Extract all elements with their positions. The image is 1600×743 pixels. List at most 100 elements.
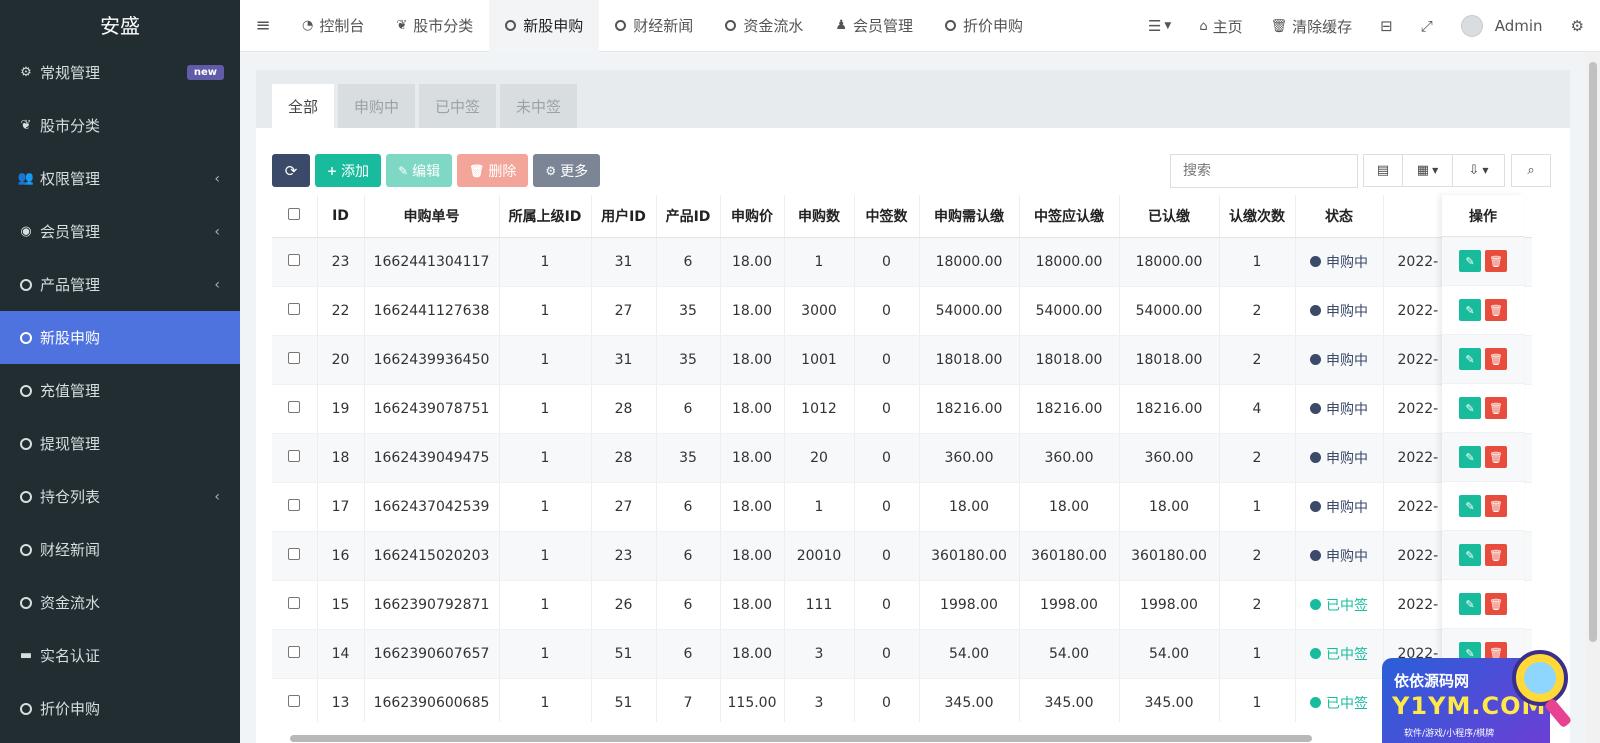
table-row[interactable]: 23 1662441304117 1 31 6 18.00 1 0 18000.00 18000.…	[272, 237, 1532, 287]
columns-button[interactable]: ▦ ▼	[1403, 154, 1453, 187]
add-button[interactable]: + 添加	[315, 154, 382, 187]
user-menu[interactable]: Admin	[1447, 15, 1557, 37]
sidebar-item-4[interactable]: 产品管理 ‹	[0, 258, 240, 311]
refresh-icon: ⟳	[284, 161, 298, 180]
home-link[interactable]: ⌂ 主页	[1185, 16, 1256, 37]
table-row[interactable]: 18 1662439049475 1 28 35 18.00 20 0 360.00 360.00…	[272, 433, 1532, 483]
column-header[interactable]: 中签应认缴	[1019, 195, 1120, 238]
row-edit-button[interactable]: ✎	[1459, 397, 1481, 419]
row-checkbox[interactable]	[288, 498, 301, 511]
table-row[interactable]: 14 1662390607657 1 51 6 18.00 3 0 54.00 54.00 54.0…	[272, 629, 1532, 679]
sidebar-item-2[interactable]: 👥 权限管理 ‹	[0, 152, 240, 205]
table-row[interactable]: 13 1662390600685 1 51 7 115.00 3 0 345.00 345.00 3…	[272, 678, 1532, 722]
row-checkbox[interactable]	[288, 400, 301, 413]
column-header[interactable]: 申购需认缴	[919, 195, 1020, 238]
edit-button[interactable]: ✎ 编辑	[386, 154, 453, 187]
delete-button[interactable]: 🗑 删除	[457, 154, 529, 187]
row-edit-button[interactable]: ✎	[1459, 593, 1481, 615]
status-tab-1[interactable]: 申购中	[338, 84, 416, 128]
row-checkbox[interactable]	[288, 547, 301, 560]
row-delete-button[interactable]: 🗑	[1485, 544, 1507, 566]
row-checkbox[interactable]	[288, 351, 301, 364]
vertical-scroll-thumb[interactable]	[1589, 62, 1597, 642]
sidebar-item-11[interactable]: ▬ 实名认证	[0, 629, 240, 682]
row-checkbox[interactable]	[288, 694, 301, 707]
horizontal-scrollbar[interactable]	[272, 733, 1340, 743]
row-edit-button[interactable]: ✎	[1459, 299, 1481, 321]
top-tab-4[interactable]: 资金流水	[709, 0, 819, 52]
search-input[interactable]	[1170, 154, 1358, 188]
refresh-button[interactable]: ⟳	[272, 154, 310, 187]
sidebar-item-5[interactable]: 新股申购	[0, 311, 240, 364]
row-edit-button[interactable]: ✎	[1459, 348, 1481, 370]
row-checkbox[interactable]	[288, 645, 301, 658]
top-tab-2[interactable]: 新股申购	[489, 0, 600, 52]
column-header[interactable]: 申购单号	[364, 195, 500, 238]
circle-o-icon	[18, 436, 34, 452]
row-edit-button[interactable]: ✎	[1459, 495, 1481, 517]
multi-nav-dropdown[interactable]: ☰ ▼	[1134, 17, 1185, 35]
sidebar-item-0[interactable]: ⚙ 常规管理 new	[0, 46, 240, 99]
toggle-view-button[interactable]: ▤	[1363, 154, 1403, 187]
status-tab-3[interactable]: 未中签	[500, 84, 578, 128]
fullscreen-button[interactable]: ⤢	[1407, 17, 1447, 35]
row-delete-button[interactable]: 🗑	[1485, 593, 1507, 615]
cell-no: 1662390600685	[364, 678, 500, 722]
column-header[interactable]: 所属上级ID	[499, 195, 592, 238]
sidebar-item-12[interactable]: 折价申购	[0, 682, 240, 735]
row-delete-button[interactable]: 🗑	[1485, 397, 1507, 419]
row-delete-button[interactable]: 🗑	[1485, 446, 1507, 468]
sidebar-item-3[interactable]: ◉ 会员管理 ‹	[0, 205, 240, 258]
column-header[interactable]: 已认缴	[1119, 195, 1220, 238]
top-tab-0[interactable]: ◔ 控制台	[286, 0, 380, 52]
status-tab-0[interactable]: 全部	[272, 84, 335, 128]
column-header[interactable]: 申购数	[784, 195, 855, 238]
select-all-checkbox[interactable]	[288, 207, 301, 220]
row-delete-button[interactable]: 🗑	[1485, 299, 1507, 321]
table-row[interactable]: 20 1662439936450 1 31 35 18.00 1001 0 18018.00 18…	[272, 335, 1532, 385]
column-header[interactable]: 产品ID	[656, 195, 721, 238]
table-row[interactable]: 17 1662437042539 1 27 6 18.00 1 0 18.00 18.00 18.0…	[272, 482, 1532, 532]
clear-cache-button[interactable]: 🗑 清除缓存	[1257, 16, 1367, 37]
language-button[interactable]: ⊟	[1366, 17, 1407, 35]
column-header[interactable]: 申购价	[720, 195, 785, 238]
top-tab-1[interactable]: ❦ 股市分类	[380, 0, 489, 52]
row-delete-button[interactable]: 🗑	[1485, 250, 1507, 272]
row-checkbox[interactable]	[288, 253, 301, 266]
table-row[interactable]: 22 1662441127638 1 27 35 18.00 3000 0 54000.00 54…	[272, 286, 1532, 336]
column-header[interactable]: 状态	[1295, 195, 1384, 238]
sidebar-item-8[interactable]: 持仓列表 ‹	[0, 470, 240, 523]
row-delete-button[interactable]: 🗑	[1485, 495, 1507, 517]
row-edit-button[interactable]: ✎	[1459, 544, 1481, 566]
search-toggle-button[interactable]: ⌕	[1511, 154, 1551, 187]
settings-button[interactable]: ⚙	[1557, 17, 1600, 35]
status-tab-2[interactable]: 已中签	[419, 84, 497, 128]
top-tab-5[interactable]: ♟ 会员管理	[819, 0, 929, 52]
table-row[interactable]: 19 1662439078751 1 28 6 18.00 1012 0 18216.00 182…	[272, 384, 1532, 434]
more-button[interactable]: ⚙ 更多	[533, 154, 601, 187]
row-checkbox[interactable]	[288, 596, 301, 609]
column-header[interactable]: 用户ID	[591, 195, 657, 238]
sidebar-item-7[interactable]: 提现管理	[0, 417, 240, 470]
horizontal-scroll-thumb[interactable]	[290, 735, 1312, 742]
row-edit-button[interactable]: ✎	[1459, 250, 1481, 272]
brand-title[interactable]: 安盛	[0, 0, 240, 52]
top-tab-3[interactable]: 财经新闻	[599, 0, 709, 52]
row-edit-button[interactable]: ✎	[1459, 446, 1481, 468]
row-checkbox[interactable]	[288, 302, 301, 315]
table-row[interactable]: 15 1662390792871 1 26 6 18.00 111 0 1998.00 1998.…	[272, 580, 1532, 630]
sidebar-item-10[interactable]: 资金流水	[0, 576, 240, 629]
vertical-scrollbar[interactable]	[1586, 52, 1600, 743]
sidebar-item-6[interactable]: 充值管理	[0, 364, 240, 417]
sidebar-toggle-icon[interactable]: ≡	[240, 15, 286, 36]
sidebar-item-9[interactable]: 财经新闻	[0, 523, 240, 576]
table-row[interactable]: 16 1662415020203 1 23 6 18.00 20010 0 360180.00 3…	[272, 531, 1532, 581]
row-checkbox[interactable]	[288, 449, 301, 462]
export-button[interactable]: ⇩ ▼	[1453, 154, 1505, 187]
row-delete-button[interactable]: 🗑	[1485, 348, 1507, 370]
column-header[interactable]: ID	[317, 195, 365, 238]
sidebar-item-1[interactable]: ❦ 股市分类	[0, 99, 240, 152]
column-header[interactable]: 中签数	[854, 195, 920, 238]
top-tab-6[interactable]: 折价申购	[929, 0, 1039, 52]
column-header[interactable]: 认缴次数	[1219, 195, 1296, 238]
